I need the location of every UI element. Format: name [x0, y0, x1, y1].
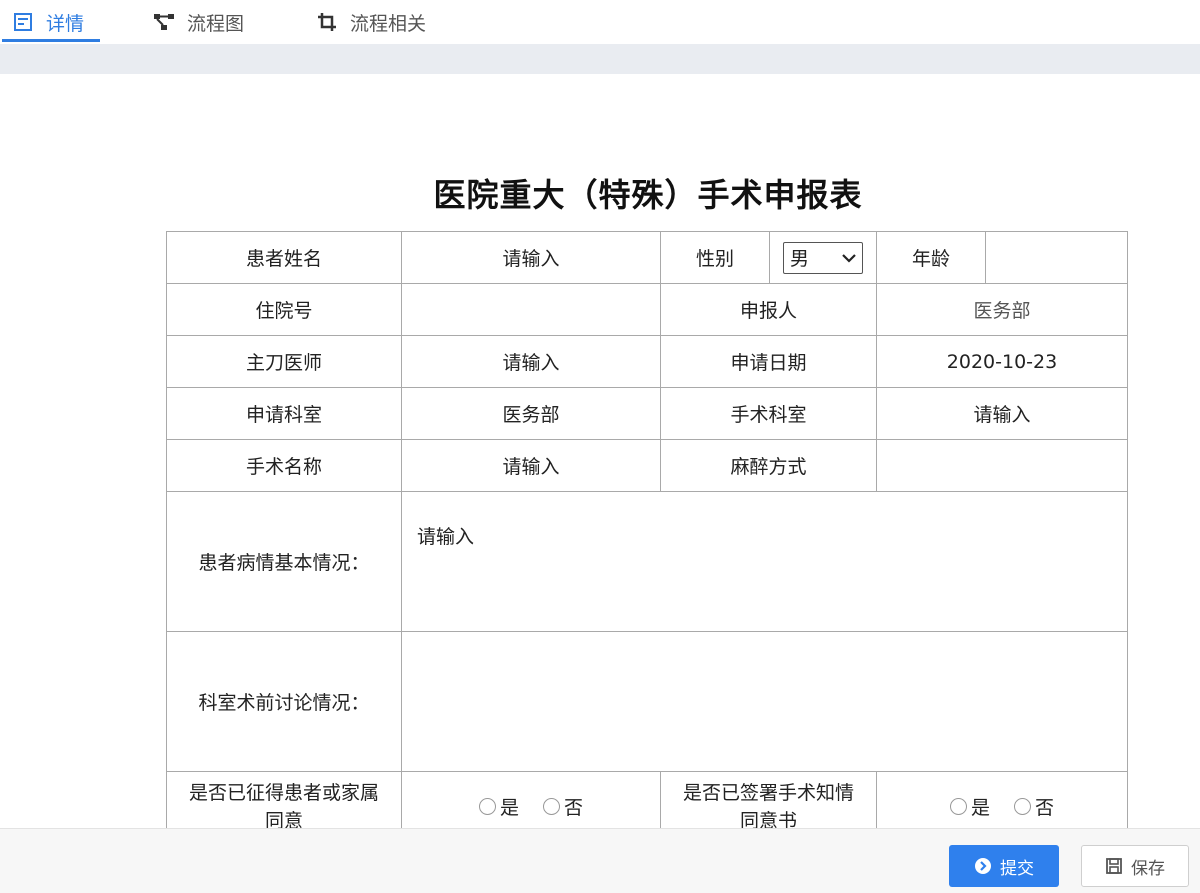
reporter-value: 医务部: [876, 283, 1128, 336]
form-panel: 医院重大（特殊）手术申报表 患者姓名 请输入 性别 男 年龄 住院号 申报人 医…: [0, 74, 1200, 828]
apply-dept-value: 医务部: [401, 387, 661, 440]
submit-icon: [975, 858, 991, 874]
crop-icon: [316, 11, 338, 33]
active-tab-indicator: [2, 39, 100, 42]
surgery-dept-label: 手术科室: [660, 387, 877, 440]
anesthesia-input[interactable]: [876, 439, 1128, 492]
consent-label-cell: 是否已征得患者或家属 同意: [166, 771, 402, 829]
gender-cell: 男: [769, 231, 877, 284]
surgeon-input[interactable]: 请输入: [401, 335, 661, 388]
tab-flowchart[interactable]: 流程图: [153, 0, 244, 44]
informed-yes-label: 是: [970, 797, 990, 819]
age-input[interactable]: [985, 231, 1128, 284]
consent-label-line1: 是否已征得患者或家属: [188, 781, 379, 804]
header-separator: [0, 44, 1200, 74]
discussion-textarea[interactable]: [401, 631, 1128, 772]
informed-label-cell: 是否已签署手术知情 同意书: [660, 771, 877, 829]
form-title: 医院重大（特殊）手术申报表: [433, 176, 863, 214]
patient-name-label: 患者姓名: [166, 231, 402, 284]
save-label: 保存: [1131, 858, 1165, 879]
apply-date-input[interactable]: 2020-10-23: [876, 335, 1128, 388]
informed-label: 是否已签署手术知情 同意书: [661, 779, 876, 829]
flowchart-icon: [153, 11, 175, 33]
footer-bar: 提交 保存: [0, 828, 1200, 893]
chevron-down-icon: [842, 253, 856, 263]
gender-value: 男: [790, 248, 810, 270]
surgery-dept-input[interactable]: 请输入: [876, 387, 1128, 440]
save-button[interactable]: 保存: [1081, 845, 1189, 887]
consent-yes-label: 是: [499, 797, 519, 819]
surgery-name-label: 手术名称: [166, 439, 402, 492]
consent-no-radio[interactable]: 否: [543, 793, 583, 820]
admission-no-input[interactable]: [401, 283, 661, 336]
apply-date-label: 申请日期: [660, 335, 877, 388]
informed-yes-radio[interactable]: 是: [949, 793, 990, 820]
consent-no-label: 否: [564, 797, 584, 819]
consent-label: 是否已征得患者或家属 同意: [167, 779, 401, 829]
consent-label-line2: 同意: [264, 809, 303, 829]
tab-process-related[interactable]: 流程相关: [316, 0, 426, 44]
consent-options: 是 否: [401, 771, 661, 828]
detail-icon: [12, 11, 34, 33]
informed-no-radio[interactable]: 否: [1014, 793, 1054, 820]
condition-label: 患者病情基本情况：: [166, 491, 402, 632]
admission-no-label: 住院号: [166, 283, 402, 336]
tab-process-related-label: 流程相关: [350, 12, 427, 35]
informed-no-label: 否: [1035, 797, 1055, 819]
gender-select[interactable]: 男: [783, 241, 863, 274]
tab-detail-label: 详情: [46, 12, 85, 35]
discussion-label: 科室术前讨论情况：: [166, 631, 402, 772]
anesthesia-label: 麻醉方式: [660, 439, 877, 492]
submit-label: 提交: [1000, 858, 1034, 879]
surgeon-label: 主刀医师: [166, 335, 402, 388]
consent-yes-radio[interactable]: 是: [478, 793, 519, 820]
age-label: 年龄: [876, 231, 986, 284]
surgery-name-input[interactable]: 请输入: [401, 439, 661, 492]
patient-name-input[interactable]: 请输入: [401, 231, 661, 284]
apply-dept-label: 申请科室: [166, 387, 402, 440]
reporter-label: 申报人: [660, 283, 877, 336]
tab-flowchart-label: 流程图: [187, 12, 245, 35]
informed-label-line2: 同意书: [739, 809, 797, 829]
application-form-table: 患者姓名 请输入 性别 男 年龄 住院号 申报人 医务部 主刀医师 请输入 申请…: [166, 231, 1128, 828]
condition-textarea[interactable]: 请输入: [401, 491, 1128, 632]
informed-options: 是 否: [876, 771, 1128, 828]
tab-detail[interactable]: 详情: [12, 0, 84, 44]
informed-label-line1: 是否已签署手术知情: [682, 781, 854, 804]
submit-button[interactable]: 提交: [949, 845, 1059, 887]
save-icon: [1106, 858, 1122, 874]
tab-bar: 详情 流程图 流程相关: [0, 0, 1200, 44]
gender-label: 性别: [660, 231, 770, 284]
